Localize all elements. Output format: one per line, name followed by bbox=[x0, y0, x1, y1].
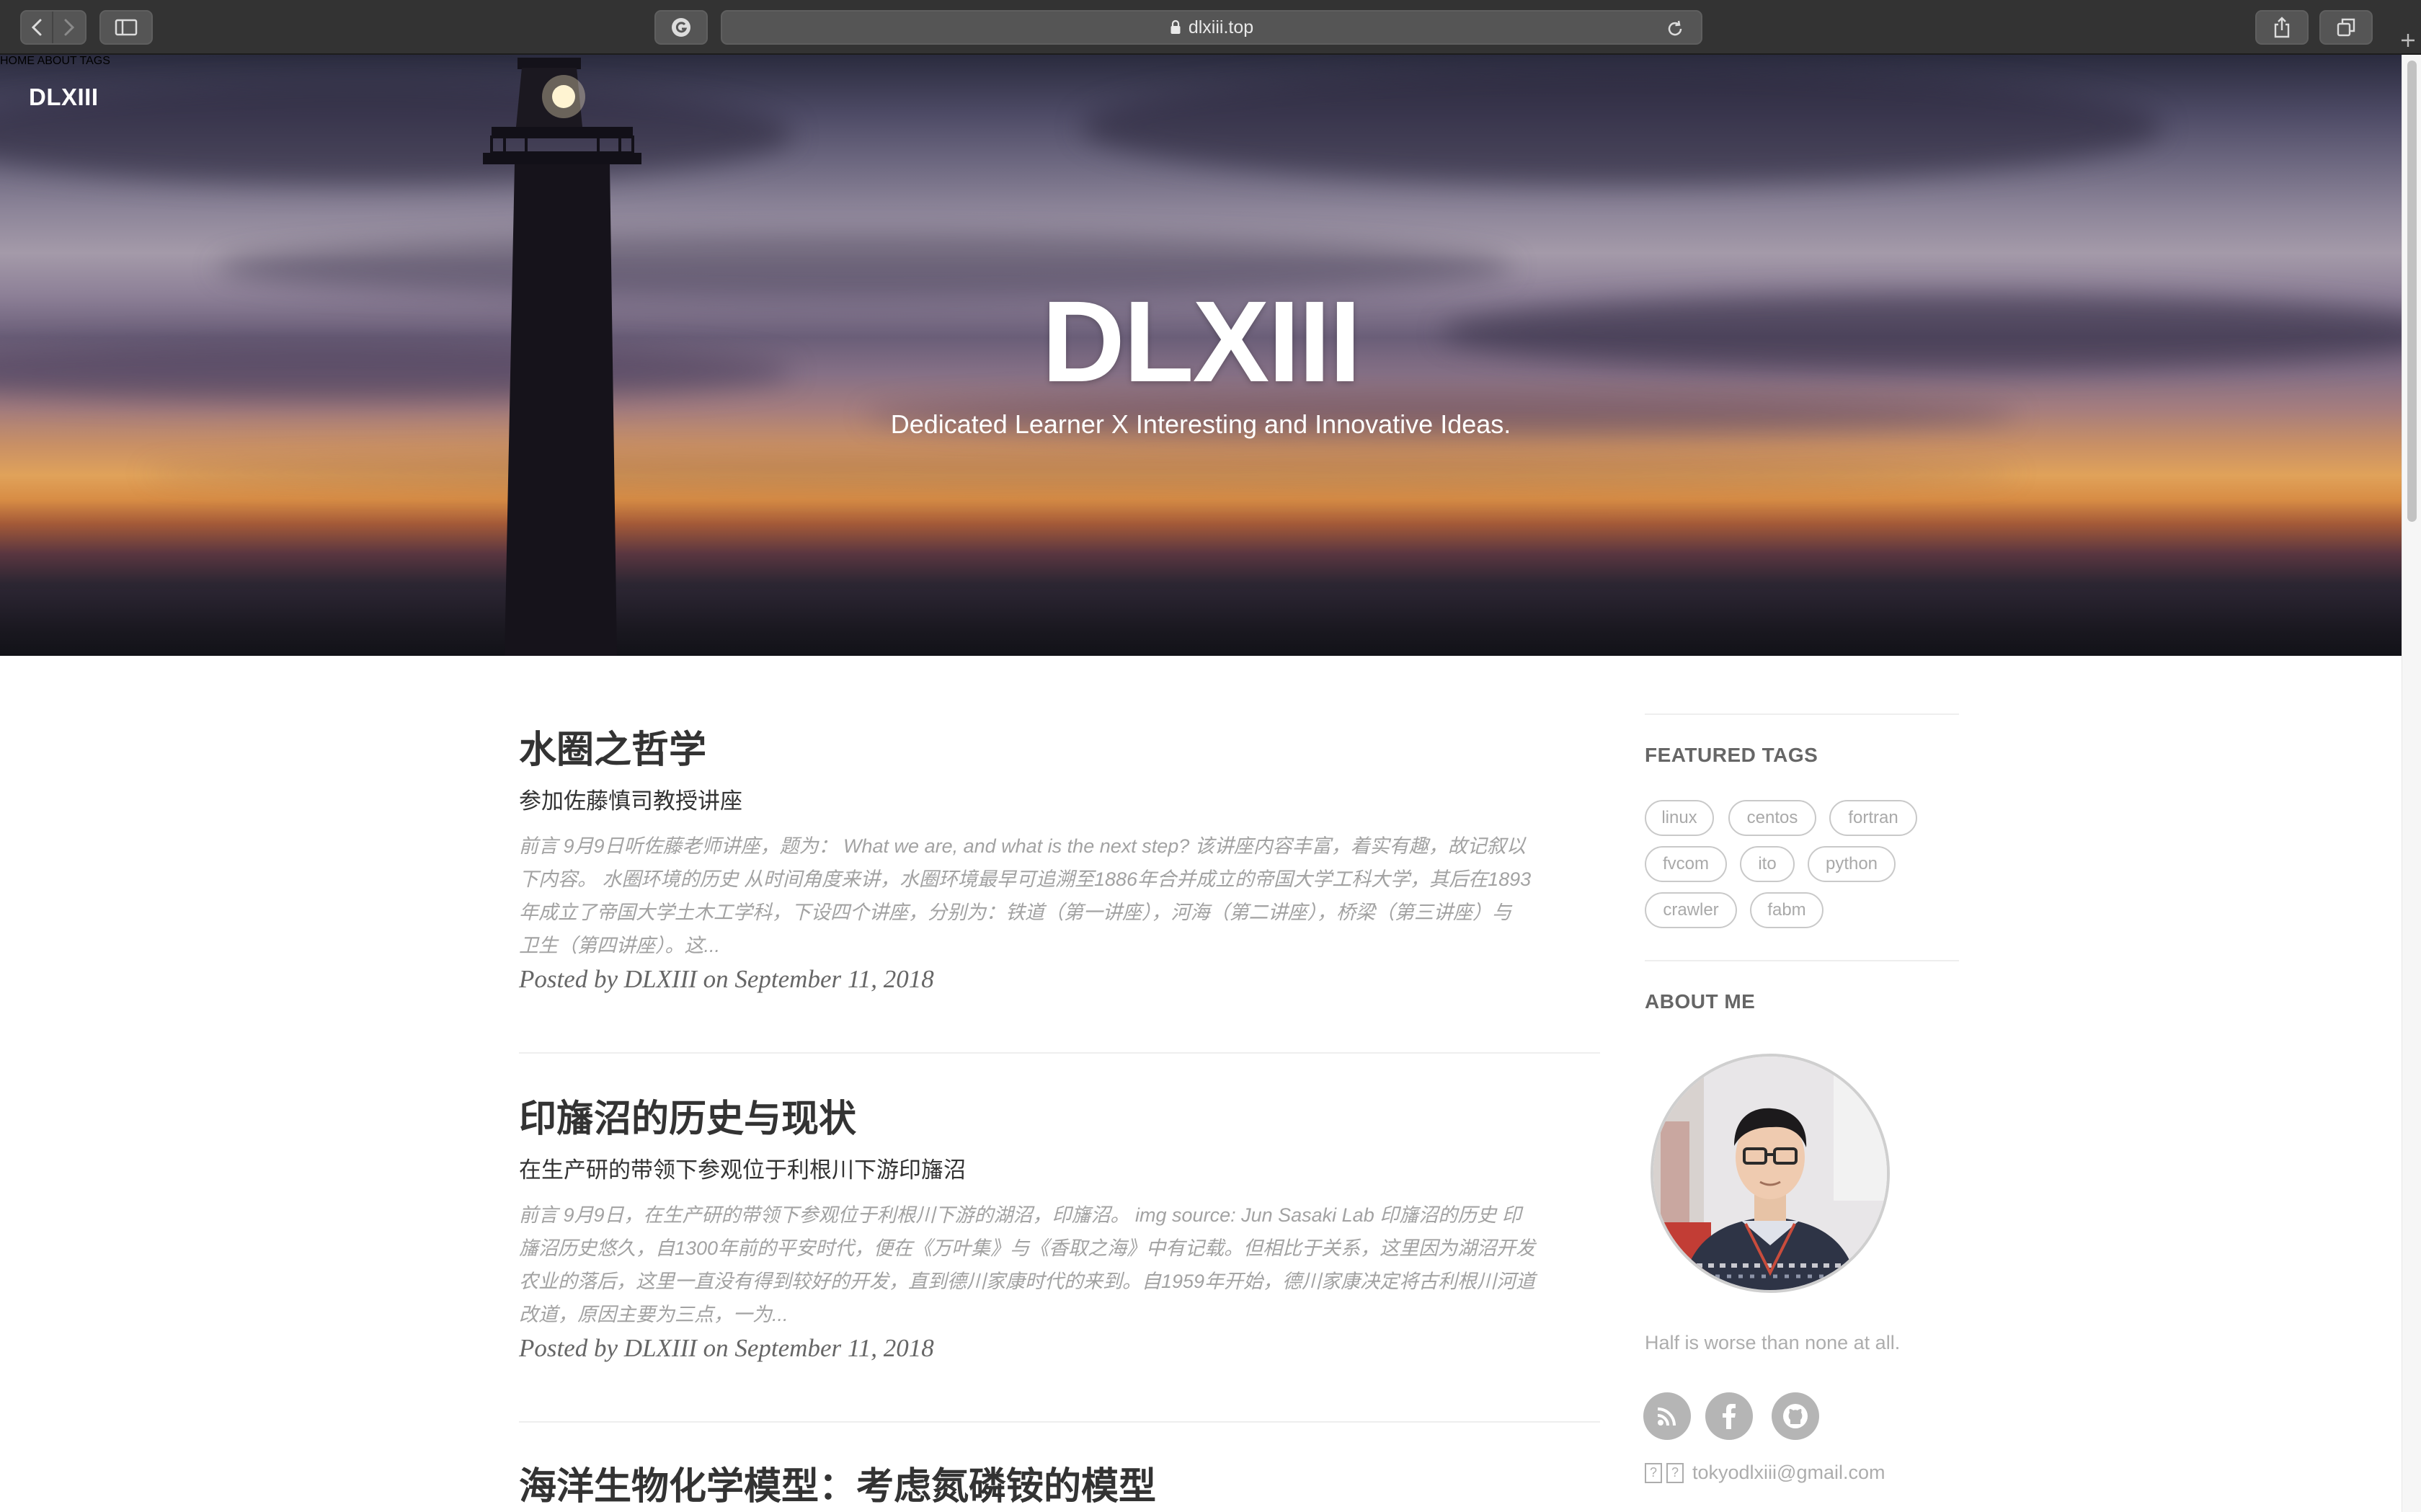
excerpt-line: 前言 9月9日听佐藤老师讲座，题为： What we are, and what… bbox=[519, 835, 1526, 857]
tag-fortran[interactable]: fortran bbox=[1829, 800, 1917, 836]
share-button[interactable] bbox=[2255, 10, 2309, 45]
lock-icon bbox=[1170, 19, 1181, 34]
post-excerpt[interactable]: 前言 9月9日，在生产研的带领下参观位于利根川下游的湖沼，印旛沼。 img so… bbox=[519, 1199, 1600, 1331]
contact-email[interactable]: ? ? tokyodlxiii@gmail.com bbox=[1645, 1462, 1885, 1484]
excerpt-line: 旛沼历史悠久，自1300年前的平安时代，便在《万叶集》与《香取之海》中有记载。但… bbox=[519, 1237, 1536, 1259]
post-divider bbox=[519, 1421, 1600, 1423]
post-subtitle[interactable]: 在生产研的带领下参观位于利根川下游印旛沼 bbox=[519, 1156, 1600, 1185]
grammarly-icon bbox=[672, 18, 690, 37]
post-preview[interactable]: 海洋生物化学模型：考虑氮磷铵的模型 bbox=[519, 1464, 1600, 1509]
excerpt-line: 农业的落后，这里一直没有得到较好的开发，直到德川家康时代的来到。自1959年开始… bbox=[519, 1270, 1536, 1292]
tag-linux[interactable]: linux bbox=[1645, 800, 1714, 836]
excerpt-line: 改道，原因主要为三点，一为... bbox=[519, 1303, 789, 1325]
excerpt-line: 下内容。 水圈环境的历史 从时间角度来讲，水圈环境最早可追溯至1886年合并成立… bbox=[519, 868, 1532, 890]
history-nav bbox=[20, 10, 86, 45]
missing-glyph-box: ? bbox=[1645, 1462, 1662, 1483]
chevron-right-icon bbox=[64, 19, 75, 36]
rss-icon bbox=[1657, 1408, 1676, 1426]
missing-glyph-box: ? bbox=[1666, 1462, 1684, 1483]
hero-banner: DLXIII HOME ABOUT TAGS DLXIII Dedicated … bbox=[0, 55, 2402, 656]
tag-centos[interactable]: centos bbox=[1728, 800, 1816, 836]
email-address: tokyodlxiii@gmail.com bbox=[1692, 1462, 1885, 1483]
tag-fvcom[interactable]: fvcom bbox=[1645, 846, 1727, 882]
tag-python[interactable]: python bbox=[1808, 846, 1896, 882]
post-divider bbox=[519, 1052, 1600, 1054]
browser-toolbar: dlxiii.top bbox=[0, 0, 2421, 55]
about-motto: Half is worse than none at all. bbox=[1645, 1332, 1901, 1353]
reload-icon[interactable] bbox=[1665, 19, 1685, 39]
post-title[interactable]: 印旛沼的历史与现状 bbox=[519, 1097, 1600, 1142]
excerpt-line: 卫生（第四讲座）。这... bbox=[519, 934, 721, 956]
facebook-link[interactable] bbox=[1705, 1392, 1753, 1440]
forward-button[interactable] bbox=[53, 12, 85, 43]
facebook-icon bbox=[1723, 1404, 1736, 1429]
post-preview[interactable]: 水圈之哲学 参加佐藤慎司教授讲座 前言 9月9日听佐藤老师讲座，题为： What… bbox=[519, 728, 1600, 994]
share-icon bbox=[2274, 17, 2290, 38]
tag-ito[interactable]: ito bbox=[1740, 846, 1795, 882]
address-bar[interactable]: dlxiii.top bbox=[721, 10, 1702, 45]
tabs-overview-button[interactable] bbox=[2319, 10, 2373, 45]
post-excerpt[interactable]: 前言 9月9日听佐藤老师讲座，题为： What we are, and what… bbox=[519, 830, 1600, 962]
page-scrollbar[interactable] bbox=[2402, 55, 2421, 1512]
hero-subtitle: Dedicated Learner X Interesting and Inno… bbox=[890, 409, 1511, 439]
scrollbar-thumb[interactable] bbox=[2407, 61, 2417, 522]
back-button[interactable] bbox=[22, 12, 53, 43]
hero-title: DLXIII bbox=[1041, 277, 1361, 406]
post-preview[interactable]: 印旛沼的历史与现状 在生产研的带领下参观位于利根川下游印旛沼 前言 9月9日，在… bbox=[519, 1097, 1600, 1363]
site-brand-link[interactable]: DLXIII bbox=[29, 84, 99, 111]
grammarly-extension-button[interactable] bbox=[654, 10, 708, 45]
excerpt-line: 前言 9月9日，在生产研的带领下参观位于利根川下游的湖沼，印旛沼。 img so… bbox=[519, 1204, 1522, 1226]
featured-tags-heading: FEATURED TAGS bbox=[1645, 744, 1818, 766]
post-meta: Posted by DLXIII on September 11, 2018 bbox=[519, 1333, 934, 1362]
sidebar-toggle-button[interactable] bbox=[99, 10, 153, 45]
github-link[interactable] bbox=[1772, 1392, 1819, 1440]
about-me-heading: ABOUT ME bbox=[1645, 990, 1756, 1013]
post-title[interactable]: 水圈之哲学 bbox=[519, 728, 1600, 773]
github-icon bbox=[1783, 1404, 1808, 1428]
sidebar-divider bbox=[1645, 713, 1959, 715]
tabs-icon bbox=[2337, 18, 2355, 37]
post-subtitle[interactable]: 参加佐藤慎司教授讲座 bbox=[519, 787, 1600, 816]
rss-link[interactable] bbox=[1643, 1392, 1691, 1440]
post-title[interactable]: 海洋生物化学模型：考虑氮磷铵的模型 bbox=[519, 1464, 1600, 1509]
new-tab-button[interactable] bbox=[2394, 26, 2421, 55]
excerpt-line: 年成立了帝国大学土木工学科，下设四个讲座，分别为：铁道（第一讲座），河海（第二讲… bbox=[519, 901, 1511, 923]
post-meta: Posted by DLXIII on September 11, 2018 bbox=[519, 964, 934, 993]
sidebar-icon bbox=[115, 19, 138, 36]
sidebar-divider bbox=[1645, 960, 1959, 961]
plus-icon bbox=[2401, 34, 2415, 47]
avatar bbox=[1651, 1054, 1890, 1293]
profile-photo bbox=[1653, 1057, 1887, 1290]
tag-crawler[interactable]: crawler bbox=[1645, 892, 1737, 928]
chevron-left-icon bbox=[31, 19, 42, 36]
url-text: dlxiii.top bbox=[1188, 17, 1254, 37]
tag-fabm[interactable]: fabm bbox=[1750, 892, 1823, 928]
